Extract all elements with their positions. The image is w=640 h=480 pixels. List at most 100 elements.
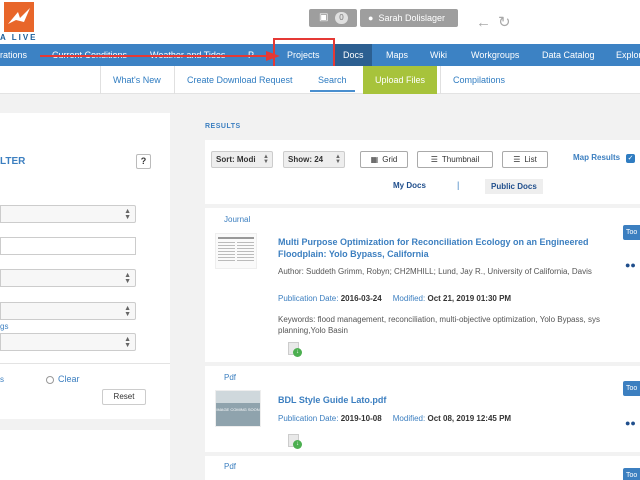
- cart-button[interactable]: ▣ 0: [309, 9, 357, 27]
- document-preview-icon: [218, 237, 254, 261]
- filter-select-4[interactable]: ▲ ▼: [0, 333, 136, 351]
- doc-title-link[interactable]: BDL Style Guide Lato.pdf: [278, 394, 608, 406]
- show-count-select[interactable]: Show: 24 ▲ ▼: [283, 151, 345, 168]
- modified-label: Modified:: [392, 414, 426, 423]
- results-toolbar: Sort: Modi ▲ ▼ Show: 24 ▲ ▼ ▦ Grid ☰ Thumbna…: [205, 140, 640, 204]
- nav-item-docs[interactable]: Docs: [335, 44, 372, 66]
- thumbnail-label: Thumbnail: [441, 155, 480, 164]
- nav-item-explore[interactable]: Explor: [616, 44, 640, 66]
- doc-type-label: Pdf: [224, 462, 237, 471]
- tab-separator: |: [457, 180, 460, 190]
- back-arrow-icon[interactable]: ←: [476, 14, 491, 31]
- publication-date-label: Publication Date:: [278, 294, 339, 303]
- clear-radio[interactable]: [46, 376, 54, 384]
- list-view-button[interactable]: ☰ List: [502, 151, 548, 168]
- filter-title: LTER: [0, 156, 26, 167]
- map-results-label[interactable]: Map Results: [573, 153, 620, 162]
- doc-card: Pdf Too: [205, 456, 640, 480]
- page: A LIVE ▣ 0 ● Sarah Dolislager ← ↻ rations…: [0, 0, 640, 480]
- publication-date-value: 2016-03-24: [340, 294, 382, 303]
- show-count-label: Show: 24: [288, 155, 324, 164]
- reset-button[interactable]: Reset: [102, 389, 146, 405]
- doc-keywords: Keywords: flood management, reconciliati…: [278, 315, 600, 335]
- tags-link[interactable]: gs: [0, 322, 8, 331]
- doc-thumbnail[interactable]: [215, 233, 257, 269]
- cart-count-badge: 0: [335, 12, 348, 24]
- tools-button[interactable]: Too: [623, 225, 640, 240]
- doc-title-link[interactable]: Multi Purpose Optimization for Reconcili…: [278, 236, 608, 260]
- filter-panel: LTER ? ▲ ▼ ▲ ▼ ▲ ▼ gs ▲ ▼ s Clear Reset: [0, 113, 170, 419]
- tools-button[interactable]: Too: [623, 381, 640, 396]
- doc-author: Author: Suddeth Grimm, Robyn; CH2MHILL; …: [278, 267, 592, 276]
- subnav-create-download-request[interactable]: Create Download Request: [174, 66, 293, 94]
- select-caret-icon: ▲ ▼: [263, 154, 269, 165]
- doc-dates: Publication Date: 2016-03-24 Modified: O…: [278, 294, 511, 303]
- user-name: Sarah Dolislager: [378, 13, 445, 23]
- results-label: RESULTS: [205, 123, 241, 130]
- divider: [0, 363, 170, 364]
- sort-select-label: Sort: Modi: [216, 155, 256, 164]
- select-caret-icon: ▲ ▼: [124, 272, 131, 285]
- doc-card: Journal Multi Purpose Optimization for R…: [205, 208, 640, 362]
- download-button[interactable]: ↓: [288, 434, 302, 449]
- subnav-search[interactable]: Search: [310, 66, 355, 92]
- nav-item-data-catalog[interactable]: Data Catalog: [542, 44, 595, 66]
- grid-view-button[interactable]: ▦ Grid: [360, 151, 408, 168]
- help-button[interactable]: ?: [136, 154, 151, 169]
- list-label: List: [524, 155, 537, 164]
- bird-logo-icon: [8, 8, 30, 24]
- people-icon[interactable]: ●●: [625, 418, 636, 428]
- list-icon: ☰: [513, 155, 521, 164]
- sort-select[interactable]: Sort: Modi ▲ ▼: [211, 151, 273, 168]
- thumbnail-caption: IMAGE COMING SOON: [216, 407, 259, 412]
- tab-public-docs[interactable]: Public Docs: [485, 179, 543, 194]
- select-caret-icon: ▲ ▼: [124, 305, 131, 318]
- nav-item-operations[interactable]: rations: [0, 44, 27, 66]
- tools-button[interactable]: Too: [623, 468, 640, 480]
- user-menu-button[interactable]: ● Sarah Dolislager: [360, 9, 458, 27]
- doc-card: Pdf IMAGE COMING SOON BDL Style Guide La…: [205, 366, 640, 452]
- subnav-compilations[interactable]: Compilations: [440, 66, 505, 94]
- image-placeholder-icon: IMAGE COMING SOON: [216, 391, 260, 426]
- sub-nav: What's New Create Download Request Searc…: [0, 66, 640, 94]
- doc-type-label: Pdf: [224, 373, 237, 382]
- modified-label: Modified:: [392, 294, 426, 303]
- select-caret-icon: ▲ ▼: [124, 336, 131, 349]
- select-caret-icon: ▲ ▼: [335, 154, 341, 165]
- grid-icon: ▦: [370, 155, 379, 164]
- thumbnail-list-icon: ☰: [430, 155, 438, 164]
- doc-type-label: Journal: [224, 215, 251, 224]
- cart-icon: ▣: [319, 12, 329, 23]
- select-caret-icon: ▲ ▼: [124, 208, 131, 221]
- filter-panel-lower: [0, 430, 170, 480]
- download-icon: ↓: [293, 348, 302, 357]
- map-results-checkbox[interactable]: ✓: [626, 154, 635, 163]
- nav-item-maps[interactable]: Maps: [386, 44, 408, 66]
- user-icon: ●: [368, 13, 374, 23]
- publication-date-label: Publication Date:: [278, 414, 339, 423]
- doc-dates: Publication Date: 2019-10-08 Modified: O…: [278, 414, 511, 423]
- red-arrow-annotation: [40, 51, 280, 61]
- subnav-upload-files[interactable]: Upload Files: [363, 66, 438, 94]
- publication-date-value: 2019-10-08: [340, 414, 382, 423]
- clear-label[interactable]: Clear: [58, 374, 80, 384]
- filter-select-3[interactable]: ▲ ▼: [0, 302, 136, 320]
- nav-item-workgroups[interactable]: Workgroups: [471, 44, 519, 66]
- logo-text: A LIVE: [0, 33, 38, 42]
- refresh-icon[interactable]: ↻: [498, 13, 511, 31]
- tab-my-docs[interactable]: My Docs: [393, 181, 426, 190]
- doc-thumbnail[interactable]: IMAGE COMING SOON: [215, 390, 261, 427]
- logo[interactable]: [4, 2, 34, 32]
- people-icon[interactable]: ●●: [625, 260, 636, 270]
- download-icon: ↓: [293, 440, 302, 449]
- filter-select-2[interactable]: ▲ ▼: [0, 269, 136, 287]
- download-button[interactable]: ↓: [288, 342, 302, 357]
- grid-label: Grid: [382, 155, 398, 164]
- apply-link[interactable]: s: [0, 375, 4, 384]
- thumbnail-view-button[interactable]: ☰ Thumbnail: [417, 151, 493, 168]
- nav-item-wiki[interactable]: Wiki: [430, 44, 447, 66]
- filter-text-input[interactable]: [0, 237, 136, 255]
- modified-value: Oct 08, 2019 12:45 PM: [427, 414, 512, 423]
- subnav-whats-new[interactable]: What's New: [100, 66, 161, 94]
- filter-select-1[interactable]: ▲ ▼: [0, 205, 136, 223]
